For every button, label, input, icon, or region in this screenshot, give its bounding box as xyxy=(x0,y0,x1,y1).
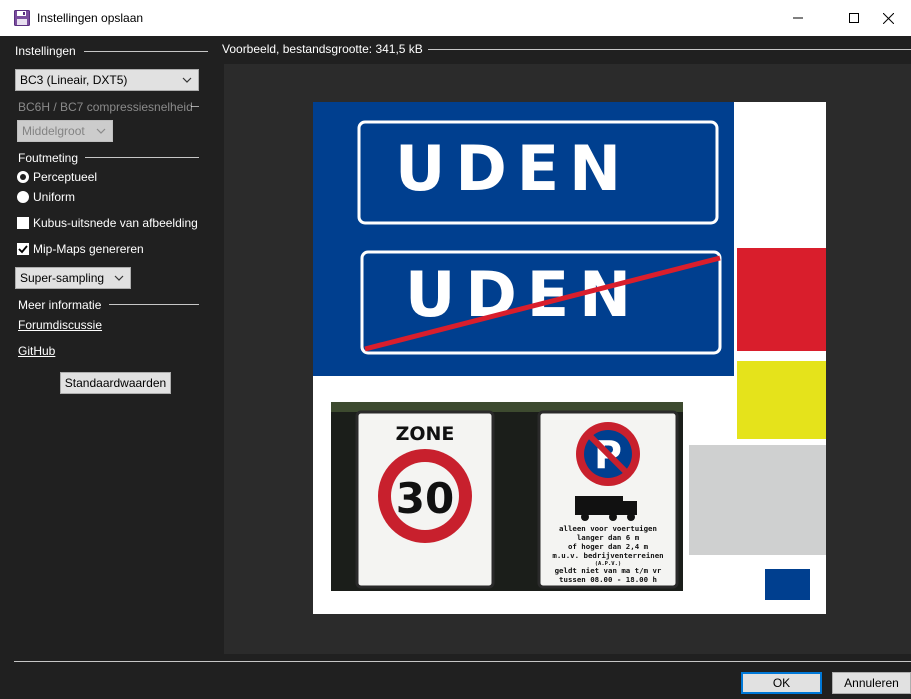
parking-line-1: alleen voor voertuigen xyxy=(559,524,657,533)
footer-divider xyxy=(14,661,911,662)
parking-line-6: geldt niet van ma t/m vr xyxy=(555,566,662,575)
more-info-heading: Meer informatie xyxy=(18,298,102,312)
chevron-down-icon xyxy=(180,70,194,90)
radio-uniform-label: Uniform xyxy=(33,190,76,204)
radio-unchecked-icon xyxy=(17,191,29,203)
compression-select[interactable]: Middelgroot xyxy=(17,120,113,142)
mip-filter-select-value: Super-sampling xyxy=(20,271,105,285)
blue-swatch xyxy=(765,569,810,600)
sign-top-text: UDEN xyxy=(395,132,631,205)
radio-perceptual[interactable]: Perceptueel xyxy=(17,170,97,184)
title-bar: Instellingen opslaan xyxy=(0,0,911,36)
close-icon xyxy=(882,12,894,24)
preview-divider xyxy=(428,49,911,50)
compression-speed-label: BC6H / BC7 compressiesnelheid xyxy=(18,100,193,114)
mip-filter-select[interactable]: Super-sampling xyxy=(15,267,131,289)
radio-checked-icon xyxy=(17,171,29,183)
ok-button[interactable]: OK xyxy=(741,672,822,694)
error-metric-heading: Foutmeting xyxy=(18,151,79,165)
format-select[interactable]: BC3 (Lineair, DXT5) xyxy=(15,69,199,91)
checkbox-unchecked-icon xyxy=(17,217,29,229)
compression-select-value: Middelgroot xyxy=(22,124,85,138)
chevron-down-icon xyxy=(94,121,108,141)
compression-divider xyxy=(191,106,199,107)
cube-checkbox[interactable]: Kubus-uitsnede van afbeelding xyxy=(17,216,198,230)
github-link[interactable]: GitHub xyxy=(18,344,55,358)
sign-bottom-text: UDEN xyxy=(405,258,641,331)
texture-preview: UDEN UDEN ZONE 30 P alleen xyxy=(313,102,826,600)
zone-title: ZONE xyxy=(396,423,455,445)
cancel-button[interactable]: Annuleren xyxy=(832,672,911,694)
yellow-swatch xyxy=(737,361,826,439)
preview-image: UDEN UDEN ZONE 30 P alleen xyxy=(313,102,826,614)
maximize-icon xyxy=(849,13,859,23)
parking-line-7: tussen 08.00 - 18.00 h xyxy=(559,575,657,584)
floppy-disk-icon xyxy=(14,10,30,26)
window-title: Instellingen opslaan xyxy=(37,11,144,25)
minimize-icon xyxy=(793,17,803,19)
mipmaps-checkbox-label: Mip-Maps genereren xyxy=(33,242,144,256)
red-swatch xyxy=(737,248,826,351)
radio-uniform[interactable]: Uniform xyxy=(17,190,75,204)
mipmaps-checkbox[interactable]: Mip-Maps genereren xyxy=(17,242,144,256)
zone-number: 30 xyxy=(396,474,454,523)
close-button[interactable] xyxy=(865,0,911,36)
parking-line-2: langer dan 6 m xyxy=(577,533,640,542)
parking-line-3: of hoger dan 2,4 m xyxy=(568,542,649,551)
radio-perceptual-label: Perceptueel xyxy=(33,170,98,184)
minimize-button[interactable] xyxy=(775,0,821,36)
format-select-value: BC3 (Lineair, DXT5) xyxy=(20,73,128,87)
forum-link[interactable]: Forumdiscussie xyxy=(18,318,102,332)
cube-checkbox-label: Kubus-uitsnede van afbeelding xyxy=(33,216,198,230)
checkmark-icon xyxy=(17,243,29,255)
chevron-down-icon xyxy=(112,268,126,288)
defaults-button[interactable]: Standaardwaarden xyxy=(60,372,171,394)
grey-texture xyxy=(689,445,826,555)
settings-heading: Instellingen xyxy=(15,44,76,58)
error-divider xyxy=(85,157,199,158)
parking-line-4: m.u.v. bedrijventerreinen xyxy=(552,551,663,560)
settings-divider xyxy=(84,51,208,52)
preview-heading: Voorbeeld, bestandsgrootte: 341,5 kB xyxy=(222,42,423,56)
info-divider xyxy=(109,304,199,305)
